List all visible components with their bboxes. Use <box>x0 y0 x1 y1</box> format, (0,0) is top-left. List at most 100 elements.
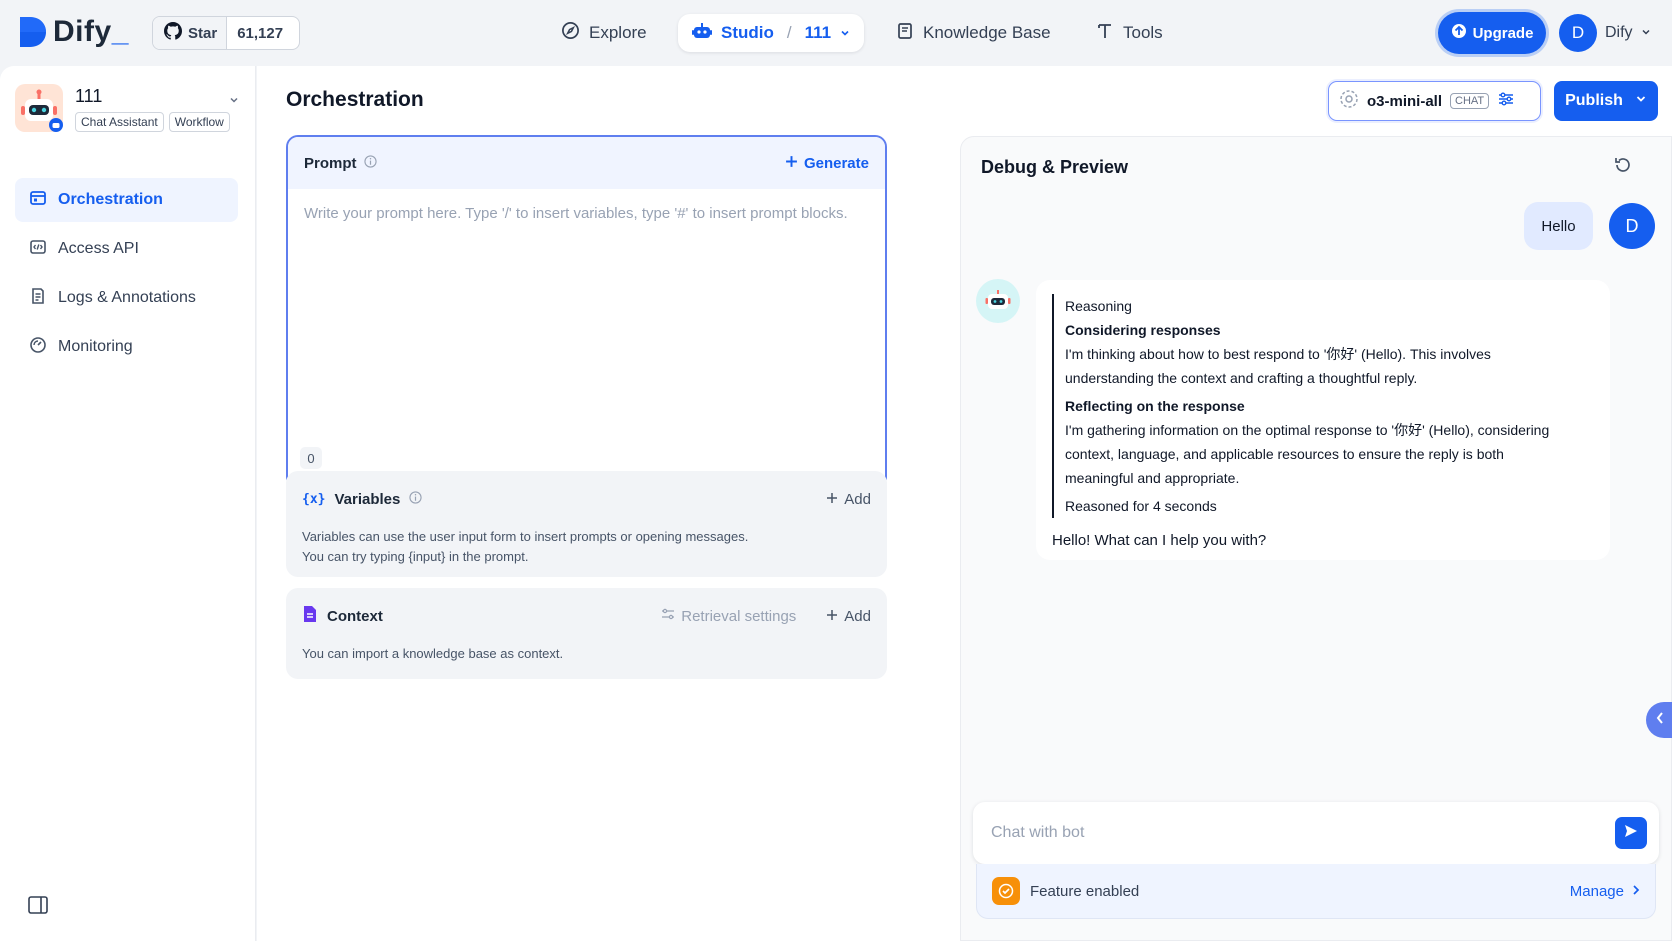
compass-icon <box>561 21 580 45</box>
upgrade-icon <box>1451 23 1467 43</box>
plus-icon <box>785 155 798 172</box>
model-selector[interactable]: o3-mini-all CHAT <box>1328 81 1541 121</box>
app-type-tag: Workflow <box>168 112 230 132</box>
top-bar: Dify_ Star 61,127 Explore Studio / 111 K… <box>0 0 1672 66</box>
reasoning-block: Reasoning Considering responses I'm thin… <box>1052 294 1594 518</box>
variables-description: You can try typing {input} in the prompt… <box>302 549 529 564</box>
sidebar-item-label: Orchestration <box>58 191 163 208</box>
prompt-input[interactable]: Write your prompt here. Type '/' to inse… <box>304 205 848 222</box>
nav-tools[interactable]: Tools <box>1096 14 1163 52</box>
nav-studio[interactable]: Studio / 111 <box>678 14 865 52</box>
model-mode-badge: CHAT <box>1450 93 1490 109</box>
app-selector[interactable]: 111 Chat Assistant Workflow <box>15 84 241 136</box>
sidebar-menu: Orchestration Access API Logs & Annotati… <box>15 178 238 374</box>
user-message-bubble: Hello <box>1524 202 1593 250</box>
prompt-editor: Prompt Generate Write your prompt here. … <box>286 135 887 489</box>
sliders-icon[interactable] <box>1497 90 1515 113</box>
manage-label: Manage <box>1569 882 1624 900</box>
user-name: Dify <box>1605 24 1633 41</box>
publish-button[interactable]: Publish <box>1554 81 1658 121</box>
refresh-icon[interactable] <box>1613 155 1633 180</box>
sidebar-item-orchestration[interactable]: Orchestration <box>15 178 238 222</box>
reasoning-heading: Considering responses <box>1065 322 1221 338</box>
sidebar-item-label: Logs & Annotations <box>58 289 196 306</box>
nav-knowledge-base[interactable]: Knowledge Base <box>896 14 1051 52</box>
feature-check-icon <box>992 877 1020 905</box>
tools-icon <box>1096 22 1114 45</box>
chevron-left-icon <box>1655 711 1665 730</box>
plus-icon <box>826 608 838 625</box>
reasoning-duration: Reasoned for 4 seconds <box>1065 498 1217 514</box>
page-title: Orchestration <box>286 88 424 111</box>
bot-message: Reasoning Considering responses I'm thin… <box>1036 280 1610 560</box>
nav-knowledge-label: Knowledge Base <box>923 23 1051 42</box>
reasoning-text: understanding the context and crafting a… <box>1065 370 1418 386</box>
user-menu[interactable]: D Dify <box>1559 14 1651 52</box>
app-sidebar: 111 Chat Assistant Workflow Orchestratio… <box>0 66 256 941</box>
variables-icon: {x} <box>302 491 326 507</box>
app-robot-avatar <box>15 84 63 132</box>
settings-sliders-icon <box>661 607 675 625</box>
reasoning-text: meaningful and appropriate. <box>1065 470 1240 486</box>
plus-icon <box>826 491 838 508</box>
feature-label: Feature enabled <box>1030 882 1140 900</box>
collapse-sidebar-icon[interactable] <box>28 896 48 919</box>
robot-icon <box>692 22 712 45</box>
retrieval-settings-label: Retrieval settings <box>681 607 797 625</box>
context-description: You can import a knowledge base as conte… <box>302 646 564 661</box>
chevron-down-icon[interactable] <box>229 92 239 110</box>
monitoring-icon <box>29 336 47 359</box>
add-context-button[interactable]: Add <box>826 608 871 625</box>
nav-studio-label: Studio <box>721 23 774 42</box>
prompt-label: Prompt <box>304 154 357 172</box>
user-avatar: D <box>1609 203 1655 249</box>
generate-label: Generate <box>803 154 869 172</box>
info-icon[interactable] <box>363 154 377 172</box>
variables-panel: {x} Variables Add Variables can use the … <box>286 471 887 577</box>
dify-logo[interactable]: Dify_ <box>18 15 129 49</box>
sidebar-item-logs[interactable]: Logs & Annotations <box>15 276 238 320</box>
send-button[interactable] <box>1615 817 1647 849</box>
nav-explore[interactable]: Explore <box>561 14 647 52</box>
variables-description: Variables can use the user input form to… <box>302 529 749 544</box>
model-name: o3-mini-all <box>1367 92 1443 110</box>
model-icon <box>1339 89 1359 114</box>
document-icon <box>302 605 318 627</box>
add-label: Add <box>844 607 871 625</box>
app-type-tag: Chat Assistant <box>75 112 164 132</box>
sidebar-item-label: Monitoring <box>58 338 133 355</box>
chevron-down-icon[interactable] <box>840 23 850 43</box>
github-star-button[interactable]: Star 61,127 <box>152 16 300 50</box>
add-variable-button[interactable]: Add <box>826 491 871 508</box>
dify-logo-icon <box>18 15 48 49</box>
chevron-down-icon <box>1641 24 1651 42</box>
prompt-char-count: 0 <box>300 447 322 469</box>
chat-input[interactable]: Chat with bot <box>991 824 1084 842</box>
manage-features-link[interactable]: Manage <box>1570 883 1640 900</box>
retrieval-settings-button[interactable]: Retrieval settings <box>661 607 796 625</box>
sidebar-item-monitoring[interactable]: Monitoring <box>15 325 238 369</box>
chat-input-box: Chat with bot <box>973 802 1659 864</box>
orchestration-icon <box>29 189 47 212</box>
chevron-right-icon <box>1632 883 1640 900</box>
sidebar-item-access-api[interactable]: Access API <box>15 227 238 271</box>
github-star-count: 61,127 <box>237 24 284 42</box>
upgrade-button[interactable]: Upgrade <box>1438 12 1546 54</box>
github-star-label: Star <box>188 24 218 42</box>
bot-avatar <box>976 279 1020 323</box>
logo-text: Dify <box>53 15 112 48</box>
info-icon[interactable] <box>409 490 423 508</box>
upgrade-label: Upgrade <box>1472 24 1534 42</box>
context-panel: Context Retrieval settings Add You can i… <box>286 588 887 679</box>
generate-button[interactable]: Generate <box>785 155 869 172</box>
send-icon <box>1623 823 1639 844</box>
app-name: 111 <box>75 86 103 106</box>
user-avatar: D <box>1559 14 1597 52</box>
logs-icon <box>29 287 47 310</box>
github-icon <box>164 22 183 44</box>
book-icon <box>896 22 914 45</box>
context-title: Context <box>327 607 383 625</box>
sidebar-item-label: Access API <box>58 240 139 257</box>
reasoning-text: I'm gathering information on the optimal… <box>1065 422 1550 438</box>
chevron-down-icon <box>1635 92 1647 110</box>
